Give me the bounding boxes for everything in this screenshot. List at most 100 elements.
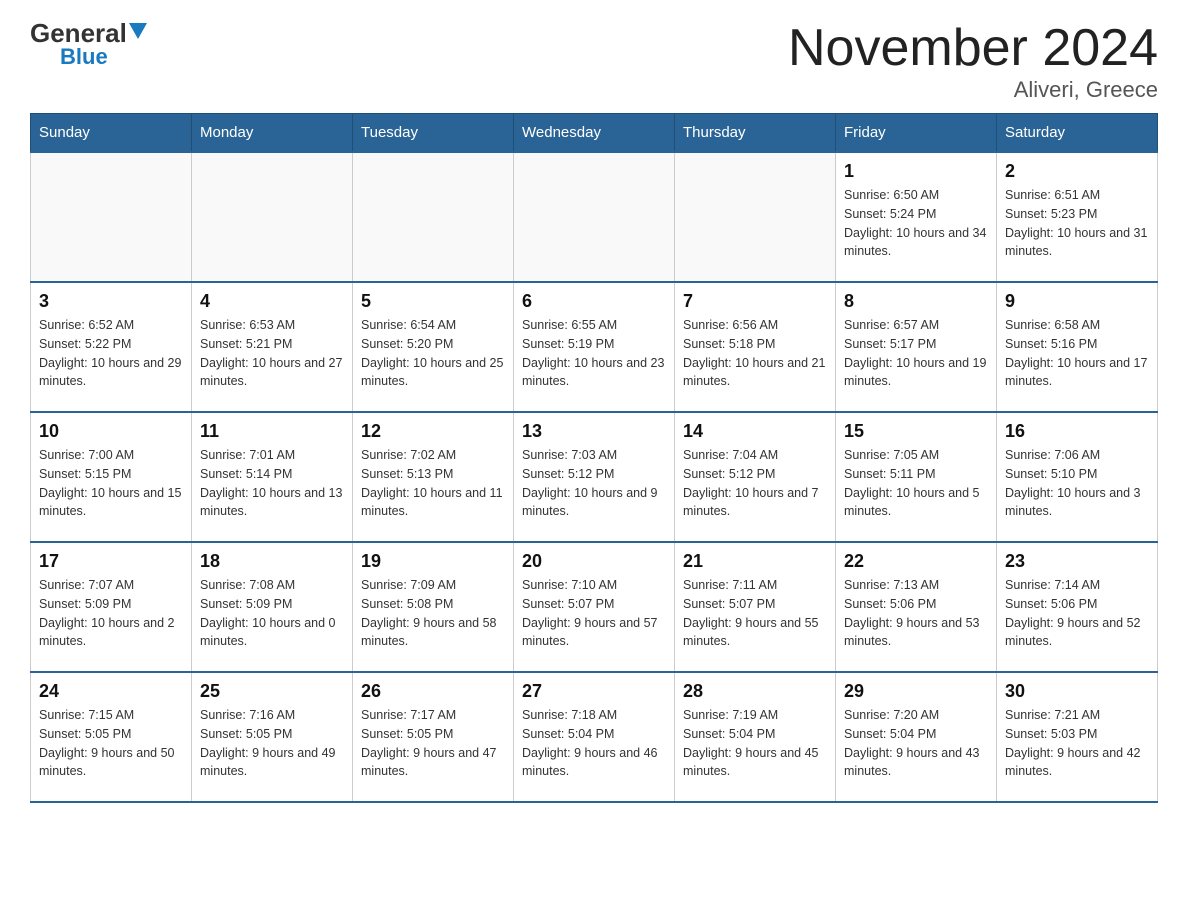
day-number: 29 xyxy=(844,681,988,702)
calendar-cell: 8 Sunrise: 6:57 AM Sunset: 5:17 PM Daylig… xyxy=(836,282,997,412)
logo-blue-text: Blue xyxy=(60,46,108,68)
day-info: Sunrise: 7:02 AM Sunset: 5:13 PM Dayligh… xyxy=(361,446,505,521)
day-info: Sunrise: 7:17 AM Sunset: 5:05 PM Dayligh… xyxy=(361,706,505,781)
day-info: Sunrise: 7:09 AM Sunset: 5:08 PM Dayligh… xyxy=(361,576,505,651)
calendar-header-saturday: Saturday xyxy=(997,114,1158,153)
calendar-cell: 30 Sunrise: 7:21 AM Sunset: 5:03 PM Dayli… xyxy=(997,672,1158,802)
day-info: Sunrise: 7:15 AM Sunset: 5:05 PM Dayligh… xyxy=(39,706,183,781)
calendar-cell: 2Sunrise: 6:51 AM Sunset: 5:23 PM Daylig… xyxy=(997,152,1158,282)
day-info: Sunrise: 7:20 AM Sunset: 5:04 PM Dayligh… xyxy=(844,706,988,781)
day-number: 17 xyxy=(39,551,183,572)
calendar-cell: 26 Sunrise: 7:17 AM Sunset: 5:05 PM Dayli… xyxy=(353,672,514,802)
calendar-table: SundayMondayTuesdayWednesdayThursdayFrid… xyxy=(30,113,1158,803)
day-info: Sunrise: 7:18 AM Sunset: 5:04 PM Dayligh… xyxy=(522,706,666,781)
day-info: Sunrise: 7:03 AM Sunset: 5:12 PM Dayligh… xyxy=(522,446,666,521)
calendar-cell: 27 Sunrise: 7:18 AM Sunset: 5:04 PM Dayli… xyxy=(514,672,675,802)
page-header: General Blue November 2024 Aliveri, Gree… xyxy=(30,20,1158,103)
calendar-cell xyxy=(514,152,675,282)
calendar-cell: 9 Sunrise: 6:58 AM Sunset: 5:16 PM Daylig… xyxy=(997,282,1158,412)
calendar-cell: 14 Sunrise: 7:04 AM Sunset: 5:12 PM Dayli… xyxy=(675,412,836,542)
calendar-cell: 16 Sunrise: 7:06 AM Sunset: 5:10 PM Dayli… xyxy=(997,412,1158,542)
day-number: 7 xyxy=(683,291,827,312)
calendar-cell xyxy=(675,152,836,282)
calendar-week-row-2: 3Sunrise: 6:52 AM Sunset: 5:22 PM Daylig… xyxy=(31,282,1158,412)
day-info: Sunrise: 7:06 AM Sunset: 5:10 PM Dayligh… xyxy=(1005,446,1149,521)
calendar-cell: 7Sunrise: 6:56 AM Sunset: 5:18 PM Daylig… xyxy=(675,282,836,412)
day-info: Sunrise: 6:53 AM Sunset: 5:21 PM Dayligh… xyxy=(200,316,344,391)
day-number: 24 xyxy=(39,681,183,702)
calendar-cell: 3Sunrise: 6:52 AM Sunset: 5:22 PM Daylig… xyxy=(31,282,192,412)
day-info: Sunrise: 6:52 AM Sunset: 5:22 PM Dayligh… xyxy=(39,316,183,391)
title-block: November 2024 Aliveri, Greece xyxy=(788,20,1158,103)
day-number: 18 xyxy=(200,551,344,572)
day-info: Sunrise: 7:11 AM Sunset: 5:07 PM Dayligh… xyxy=(683,576,827,651)
calendar-week-row-5: 24 Sunrise: 7:15 AM Sunset: 5:05 PM Dayli… xyxy=(31,672,1158,802)
day-number: 14 xyxy=(683,421,827,442)
day-info: Sunrise: 7:10 AM Sunset: 5:07 PM Dayligh… xyxy=(522,576,666,651)
calendar-cell: 5Sunrise: 6:54 AM Sunset: 5:20 PM Daylig… xyxy=(353,282,514,412)
day-number: 23 xyxy=(1005,551,1149,572)
day-info: Sunrise: 7:04 AM Sunset: 5:12 PM Dayligh… xyxy=(683,446,827,521)
calendar-cell: 1Sunrise: 6:50 AM Sunset: 5:24 PM Daylig… xyxy=(836,152,997,282)
day-info: Sunrise: 6:50 AM Sunset: 5:24 PM Dayligh… xyxy=(844,186,988,261)
day-number: 30 xyxy=(1005,681,1149,702)
day-number: 25 xyxy=(200,681,344,702)
logo: General Blue xyxy=(30,20,147,68)
day-info: Sunrise: 7:08 AM Sunset: 5:09 PM Dayligh… xyxy=(200,576,344,651)
day-number: 4 xyxy=(200,291,344,312)
calendar-header-tuesday: Tuesday xyxy=(353,114,514,153)
day-number: 13 xyxy=(522,421,666,442)
calendar-cell: 29 Sunrise: 7:20 AM Sunset: 5:04 PM Dayli… xyxy=(836,672,997,802)
calendar-cell xyxy=(192,152,353,282)
day-number: 12 xyxy=(361,421,505,442)
calendar-header-friday: Friday xyxy=(836,114,997,153)
calendar-cell: 15Sunrise: 7:05 AM Sunset: 5:11 PM Dayli… xyxy=(836,412,997,542)
day-number: 8 xyxy=(844,291,988,312)
day-info: Sunrise: 6:57 AM Sunset: 5:17 PM Dayligh… xyxy=(844,316,988,391)
day-number: 27 xyxy=(522,681,666,702)
day-number: 28 xyxy=(683,681,827,702)
calendar-cell: 21 Sunrise: 7:11 AM Sunset: 5:07 PM Dayli… xyxy=(675,542,836,672)
day-info: Sunrise: 7:07 AM Sunset: 5:09 PM Dayligh… xyxy=(39,576,183,651)
calendar-cell: 19 Sunrise: 7:09 AM Sunset: 5:08 PM Dayli… xyxy=(353,542,514,672)
calendar-cell: 13 Sunrise: 7:03 AM Sunset: 5:12 PM Dayli… xyxy=(514,412,675,542)
calendar-header-monday: Monday xyxy=(192,114,353,153)
day-info: Sunrise: 6:51 AM Sunset: 5:23 PM Dayligh… xyxy=(1005,186,1149,261)
day-number: 26 xyxy=(361,681,505,702)
calendar-cell: 12 Sunrise: 7:02 AM Sunset: 5:13 PM Dayli… xyxy=(353,412,514,542)
day-number: 9 xyxy=(1005,291,1149,312)
calendar-cell: 22Sunrise: 7:13 AM Sunset: 5:06 PM Dayli… xyxy=(836,542,997,672)
calendar-cell: 23 Sunrise: 7:14 AM Sunset: 5:06 PM Dayli… xyxy=(997,542,1158,672)
day-info: Sunrise: 6:55 AM Sunset: 5:19 PM Dayligh… xyxy=(522,316,666,391)
day-info: Sunrise: 7:14 AM Sunset: 5:06 PM Dayligh… xyxy=(1005,576,1149,651)
calendar-cell: 17 Sunrise: 7:07 AM Sunset: 5:09 PM Dayli… xyxy=(31,542,192,672)
day-info: Sunrise: 7:19 AM Sunset: 5:04 PM Dayligh… xyxy=(683,706,827,781)
calendar-week-row-3: 10Sunrise: 7:00 AM Sunset: 5:15 PM Dayli… xyxy=(31,412,1158,542)
day-info: Sunrise: 6:54 AM Sunset: 5:20 PM Dayligh… xyxy=(361,316,505,391)
day-info: Sunrise: 7:21 AM Sunset: 5:03 PM Dayligh… xyxy=(1005,706,1149,781)
day-number: 19 xyxy=(361,551,505,572)
calendar-cell: 4 Sunrise: 6:53 AM Sunset: 5:21 PM Daylig… xyxy=(192,282,353,412)
calendar-cell: 20 Sunrise: 7:10 AM Sunset: 5:07 PM Dayli… xyxy=(514,542,675,672)
day-info: Sunrise: 6:58 AM Sunset: 5:16 PM Dayligh… xyxy=(1005,316,1149,391)
calendar-cell: 24 Sunrise: 7:15 AM Sunset: 5:05 PM Dayli… xyxy=(31,672,192,802)
calendar-cell xyxy=(353,152,514,282)
calendar-header-row: SundayMondayTuesdayWednesdayThursdayFrid… xyxy=(31,114,1158,153)
calendar-cell: 28 Sunrise: 7:19 AM Sunset: 5:04 PM Dayli… xyxy=(675,672,836,802)
calendar-cell: 18 Sunrise: 7:08 AM Sunset: 5:09 PM Dayli… xyxy=(192,542,353,672)
calendar-header-sunday: Sunday xyxy=(31,114,192,153)
logo-general-text: General xyxy=(30,20,127,46)
day-number: 21 xyxy=(683,551,827,572)
day-number: 16 xyxy=(1005,421,1149,442)
calendar-cell: 11Sunrise: 7:01 AM Sunset: 5:14 PM Dayli… xyxy=(192,412,353,542)
calendar-week-row-4: 17 Sunrise: 7:07 AM Sunset: 5:09 PM Dayli… xyxy=(31,542,1158,672)
day-info: Sunrise: 7:16 AM Sunset: 5:05 PM Dayligh… xyxy=(200,706,344,781)
location-title: Aliveri, Greece xyxy=(788,77,1158,103)
month-title: November 2024 xyxy=(788,20,1158,77)
calendar-cell: 6Sunrise: 6:55 AM Sunset: 5:19 PM Daylig… xyxy=(514,282,675,412)
day-info: Sunrise: 7:00 AM Sunset: 5:15 PM Dayligh… xyxy=(39,446,183,521)
calendar-cell: 25 Sunrise: 7:16 AM Sunset: 5:05 PM Dayli… xyxy=(192,672,353,802)
day-number: 20 xyxy=(522,551,666,572)
calendar-header-thursday: Thursday xyxy=(675,114,836,153)
day-info: Sunrise: 7:01 AM Sunset: 5:14 PM Dayligh… xyxy=(200,446,344,521)
